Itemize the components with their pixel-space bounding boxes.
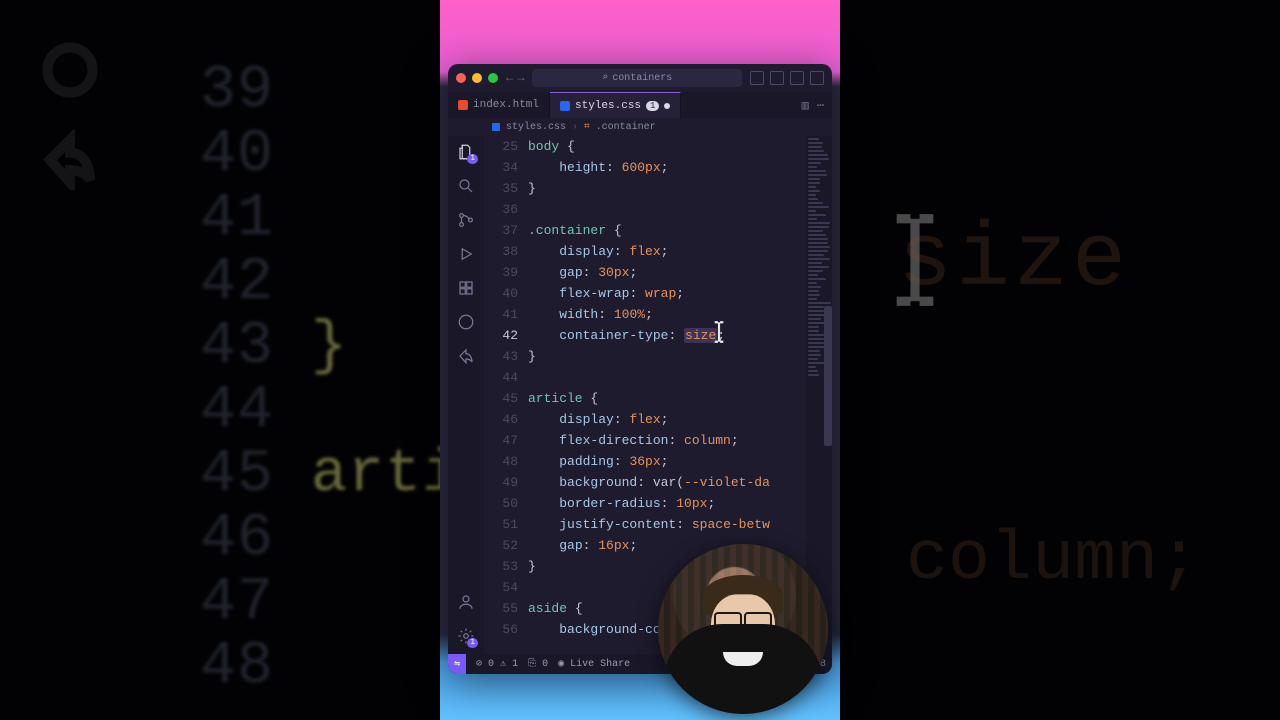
code-line[interactable]: display: flex;: [528, 409, 806, 430]
search-placeholder: containers: [612, 73, 672, 84]
status-problems[interactable]: ⊘ 0 ⚠ 1: [476, 658, 518, 670]
github-icon[interactable]: [456, 312, 476, 332]
line-number: 52: [484, 535, 528, 556]
dirty-indicator-icon: [664, 103, 670, 109]
line-number: 42: [484, 325, 528, 346]
line-number: 44: [484, 367, 528, 388]
window-titlebar: ← → ⌕ containers: [448, 64, 832, 92]
line-number: 49: [484, 472, 528, 493]
extensions-icon[interactable]: [456, 278, 476, 298]
nav-back-icon[interactable]: ←: [506, 71, 513, 85]
zoom-icon[interactable]: [488, 73, 498, 83]
line-number: 54: [484, 577, 528, 598]
minimize-icon[interactable]: [472, 73, 482, 83]
code-line[interactable]: display: flex;: [528, 241, 806, 262]
layout-controls: [750, 71, 824, 85]
command-center-search[interactable]: ⌕ containers: [532, 69, 742, 87]
code-line[interactable]: flex-wrap: wrap;: [528, 283, 806, 304]
code-line[interactable]: [528, 199, 806, 220]
line-number: 50: [484, 493, 528, 514]
breadcrumb[interactable]: styles.css › ⌗ .container: [448, 118, 832, 136]
ghost-value-column: column;: [906, 521, 1200, 600]
line-number: 48: [484, 451, 528, 472]
ghost-value-size: size: [898, 210, 1130, 312]
line-number: 25: [484, 136, 528, 157]
line-number: 38: [484, 241, 528, 262]
nav-arrows: ← →: [506, 71, 524, 85]
code-line[interactable]: .container {: [528, 220, 806, 241]
tab-index-html[interactable]: index.html: [448, 92, 550, 118]
line-number: 41: [484, 304, 528, 325]
code-line[interactable]: gap: 30px;: [528, 262, 806, 283]
breadcrumb-symbol: .container: [596, 122, 656, 133]
explorer-badge: 1: [467, 154, 478, 164]
line-number: 35: [484, 178, 528, 199]
source-control-icon[interactable]: [456, 210, 476, 230]
search-icon: ⌕: [602, 72, 608, 84]
tab-label: styles.css: [575, 100, 641, 112]
code-line[interactable]: [528, 367, 806, 388]
code-line[interactable]: article {: [528, 388, 806, 409]
css-file-icon: [560, 101, 570, 111]
html-file-icon: [458, 100, 468, 110]
split-editor-icon[interactable]: ▥: [802, 98, 809, 113]
status-ports[interactable]: ⎘ 0: [528, 658, 548, 670]
code-line[interactable]: padding: 36px;: [528, 451, 806, 472]
line-number: 45: [484, 388, 528, 409]
run-debug-icon[interactable]: [456, 244, 476, 264]
code-line[interactable]: width: 100%;: [528, 304, 806, 325]
line-number: 47: [484, 430, 528, 451]
activity-bar: 1 1: [448, 136, 484, 654]
toggle-panel-bottom-icon[interactable]: [770, 71, 784, 85]
code-line[interactable]: background: var(--violet-da: [528, 472, 806, 493]
window-controls: [456, 73, 498, 83]
customize-layout-icon[interactable]: [810, 71, 824, 85]
line-number: 36: [484, 199, 528, 220]
code-line[interactable]: border-radius: 10px;: [528, 493, 806, 514]
tab-label: index.html: [473, 99, 539, 111]
share-ghost-icon: [40, 130, 100, 195]
line-number: 39: [484, 262, 528, 283]
toggle-panel-left-icon[interactable]: [750, 71, 764, 85]
nav-forward-icon[interactable]: →: [517, 71, 524, 85]
search-icon[interactable]: [456, 176, 476, 196]
presenter-webcam: [658, 544, 828, 714]
more-actions-icon[interactable]: ⋯: [817, 98, 824, 113]
line-number: 56: [484, 619, 528, 640]
line-number: 40: [484, 283, 528, 304]
settings-badge: 1: [467, 638, 478, 648]
chevron-right-icon: ›: [572, 122, 578, 133]
line-number: 43: [484, 346, 528, 367]
status-live-share[interactable]: ◉ Live Share: [558, 658, 630, 670]
breadcrumb-file: styles.css: [506, 122, 566, 133]
css-file-icon: [492, 123, 500, 131]
breadcrumb-symbol-icon: ⌗: [584, 121, 590, 133]
line-number: 51: [484, 514, 528, 535]
code-line[interactable]: }: [528, 178, 806, 199]
explorer-icon[interactable]: 1: [456, 142, 476, 162]
settings-gear-icon[interactable]: 1: [456, 626, 476, 646]
code-line[interactable]: height: 600px;: [528, 157, 806, 178]
close-icon[interactable]: [456, 73, 466, 83]
line-number: 53: [484, 556, 528, 577]
line-number: 34: [484, 157, 528, 178]
line-number: 46: [484, 409, 528, 430]
github-ghost-icon: [40, 40, 100, 105]
toggle-panel-right-icon[interactable]: [790, 71, 804, 85]
line-number: 37: [484, 220, 528, 241]
code-line[interactable]: flex-direction: column;: [528, 430, 806, 451]
editor-tabs: index.html styles.css 1 ▥ ⋯: [448, 92, 832, 118]
code-line[interactable]: body {: [528, 136, 806, 157]
account-icon[interactable]: [456, 592, 476, 612]
line-number: 55: [484, 598, 528, 619]
code-line[interactable]: justify-content: space-betw: [528, 514, 806, 535]
live-share-icon[interactable]: [456, 346, 476, 366]
tab-badge: 1: [646, 101, 659, 111]
code-line[interactable]: container-type: size;: [528, 325, 806, 346]
code-line[interactable]: }: [528, 346, 806, 367]
tab-styles-css[interactable]: styles.css 1: [550, 92, 681, 118]
remote-indicator[interactable]: ⇋: [448, 654, 466, 674]
